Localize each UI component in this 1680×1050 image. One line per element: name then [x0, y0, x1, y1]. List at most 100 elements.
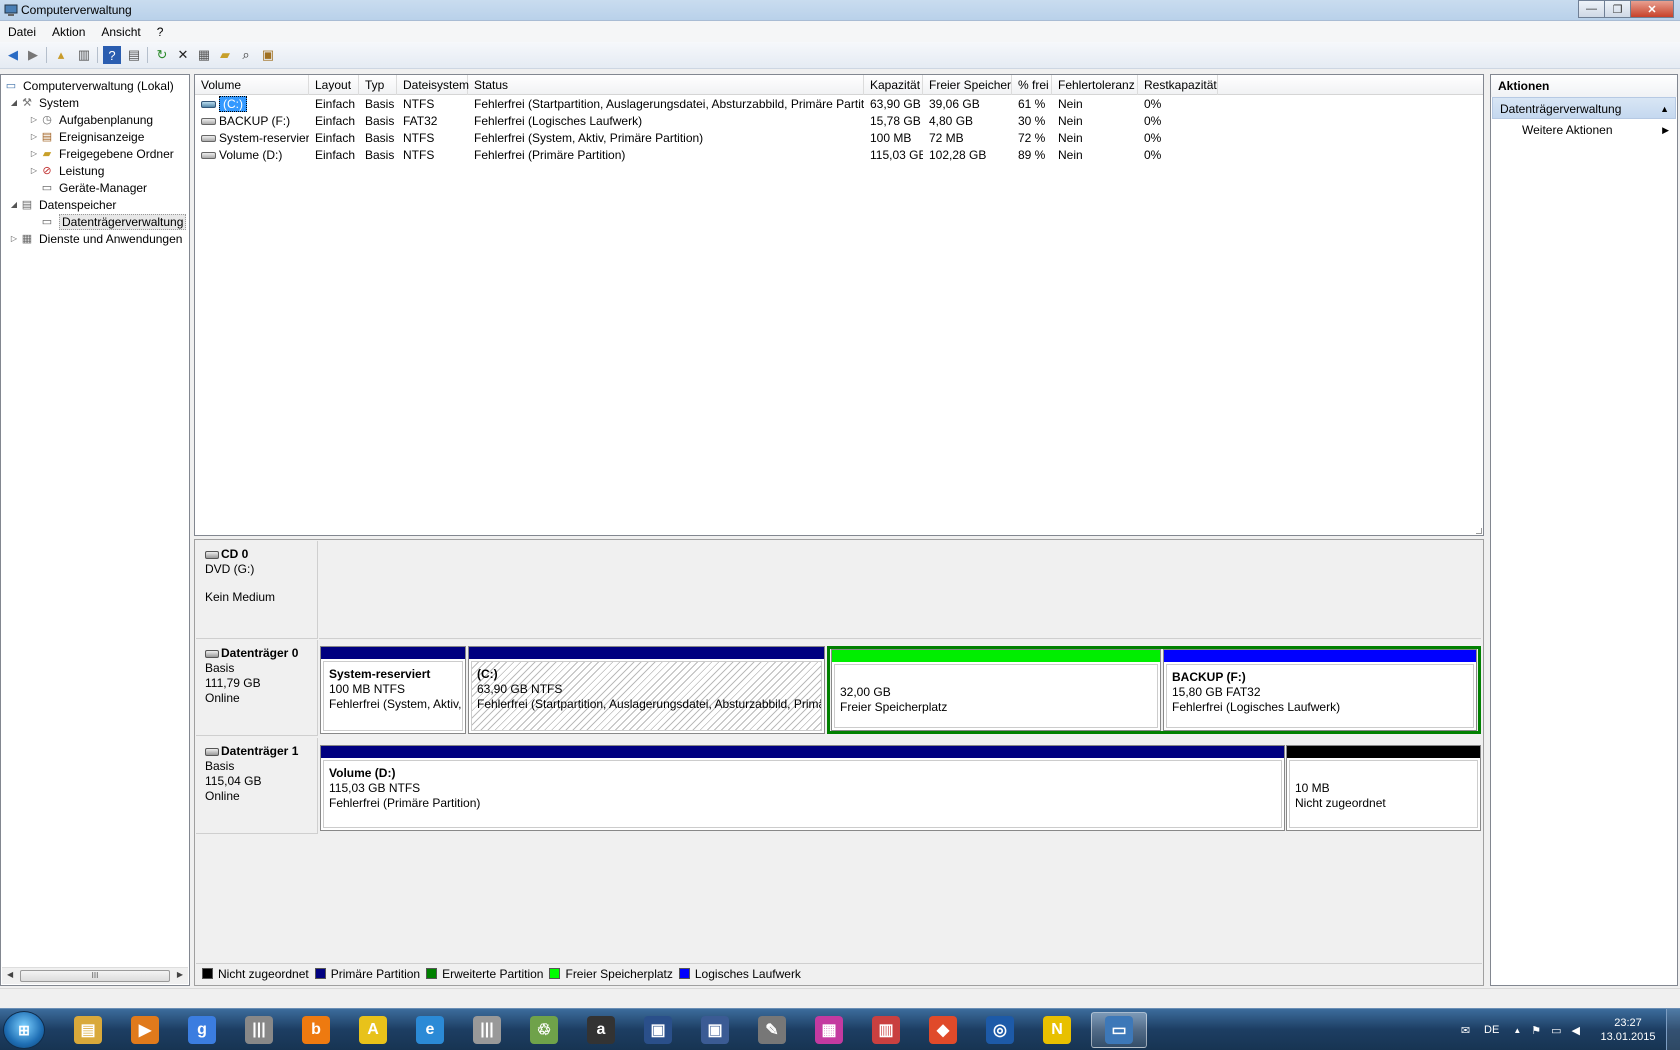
taskbar-app-button[interactable]: g: [174, 1012, 230, 1048]
scrollbar-thumb[interactable]: III: [20, 970, 170, 982]
tree-item-freigegebene-ordner[interactable]: ▷ ▰ Freigegebene Ordner: [29, 145, 174, 162]
open-folder-icon[interactable]: ▰: [216, 46, 234, 64]
delete-icon[interactable]: ✕: [174, 46, 192, 64]
column-header-typ[interactable]: Typ: [359, 75, 397, 95]
menu-aktion[interactable]: Aktion: [44, 25, 93, 39]
action-center-flag-icon[interactable]: ⚑: [1531, 1024, 1541, 1037]
scroll-left-arrow-icon[interactable]: ◀: [7, 970, 13, 979]
actions-section-datentraegerverwaltung[interactable]: Datenträgerverwaltung ▲: [1492, 97, 1676, 119]
tree-item-geraete-manager[interactable]: ▭ Geräte-Manager: [39, 179, 147, 196]
help-icon[interactable]: ?: [103, 46, 121, 64]
tree-item-datenspeicher[interactable]: ◢ ▤ Datenspeicher: [9, 196, 116, 213]
close-button[interactable]: ✕: [1630, 0, 1674, 18]
expand-arrow-icon[interactable]: ▷: [29, 132, 39, 141]
disk-label-disk0[interactable]: Datenträger 0 Basis 111,79 GB Online: [196, 640, 318, 736]
taskbar-app-button[interactable]: ▣: [630, 1012, 686, 1048]
partition-unallocated[interactable]: 10 MB Nicht zugeordnet: [1286, 745, 1481, 831]
column-header-fehlertoleranz[interactable]: Fehlertoleranz: [1052, 75, 1138, 95]
partition-c[interactable]: (C:) 63,90 GB NTFS Fehlerfrei (Startpart…: [468, 646, 825, 734]
mail-icon[interactable]: ✉: [1461, 1024, 1470, 1037]
taskbar-app-button[interactable]: ▤: [60, 1012, 116, 1048]
taskbar-app-button[interactable]: e: [402, 1012, 458, 1048]
column-header-status[interactable]: Status: [468, 75, 864, 95]
language-indicator[interactable]: DE: [1484, 1024, 1499, 1036]
disk-label-cd0[interactable]: CD 0 DVD (G:) Kein Medium: [196, 541, 318, 639]
tree-item-root[interactable]: ▭ Computerverwaltung (Lokal): [3, 77, 174, 94]
taskbar-app-button[interactable]: N: [1029, 1012, 1085, 1048]
partition-backup-f[interactable]: BACKUP (F:) 15,80 GB FAT32 Fehlerfrei (L…: [1163, 649, 1477, 731]
column-header-layout[interactable]: Layout: [309, 75, 359, 95]
expand-arrow-icon[interactable]: ▷: [29, 115, 39, 124]
expand-arrow-icon[interactable]: ▷: [9, 234, 19, 243]
collapse-up-icon[interactable]: ▲: [1660, 98, 1669, 120]
column-header-freier-speicher[interactable]: Freier Speicher: [923, 75, 1012, 95]
tree-label: Dienste und Anwendungen: [39, 231, 183, 246]
column-header-volume[interactable]: Volume: [195, 75, 309, 95]
up-folder-icon[interactable]: ▴: [52, 46, 70, 64]
tree-item-ereignisanzeige[interactable]: ▷ ▤ Ereignisanzeige: [29, 128, 144, 145]
taskbar-app-button[interactable]: ▭: [1091, 1012, 1147, 1048]
show-desktop-button[interactable]: [1666, 1009, 1680, 1050]
menu-ansicht[interactable]: Ansicht: [93, 25, 148, 39]
taskbar-app-button[interactable]: ▥: [858, 1012, 914, 1048]
tree-item-aufgabenplanung[interactable]: ▷ ◷ Aufgabenplanung: [29, 111, 153, 128]
tree-horizontal-scrollbar[interactable]: ◀ III ▶: [2, 967, 188, 984]
network-icon[interactable]: ▭: [1551, 1024, 1561, 1037]
scroll-right-arrow-icon[interactable]: ▶: [177, 970, 183, 979]
taskbar-app-button[interactable]: A: [345, 1012, 401, 1048]
taskbar-app-button[interactable]: ◎: [972, 1012, 1028, 1048]
taskbar-app-button[interactable]: ✎: [744, 1012, 800, 1048]
show-hide-tree-icon[interactable]: ▥: [75, 46, 93, 64]
table-row[interactable]: BACKUP (F:) Einfach Basis FAT32 Fehlerfr…: [195, 113, 1483, 130]
search-icon[interactable]: ⌕: [237, 46, 255, 64]
refresh-icon[interactable]: ↻: [153, 46, 171, 64]
taskbar-app-button[interactable]: ♲: [516, 1012, 572, 1048]
table-row[interactable]: Volume (D:) Einfach Basis NTFS Fehlerfre…: [195, 147, 1483, 164]
tree-item-system[interactable]: ◢ ⚒ System: [9, 94, 79, 111]
settings-icon[interactable]: ▣: [259, 46, 277, 64]
action-weitere-aktionen[interactable]: Weitere Aktionen ▶: [1491, 119, 1677, 141]
menu-datei[interactable]: Datei: [0, 25, 44, 39]
taskbar-app-button[interactable]: ▦: [801, 1012, 857, 1048]
column-header-prozent-frei[interactable]: % frei: [1012, 75, 1052, 95]
cell-fehlertoleranz: Nein: [1058, 131, 1083, 145]
back-arrow-icon[interactable]: ◀: [4, 46, 22, 64]
partition-free-space[interactable]: 32,00 GB Freier Speicherplatz: [831, 649, 1161, 731]
tree-item-dienste[interactable]: ▷ ▦ Dienste und Anwendungen: [9, 230, 183, 247]
show-hidden-icons-icon[interactable]: ▲: [1513, 1026, 1521, 1035]
column-header-dateisystem[interactable]: Dateisystem: [397, 75, 469, 95]
collapse-arrow-icon[interactable]: ◢: [9, 98, 19, 107]
maximize-button[interactable]: ❐: [1604, 0, 1631, 18]
partition-volume-d[interactable]: Volume (D:) 115,03 GB NTFS Fehlerfrei (P…: [320, 745, 1285, 831]
column-header-kapazitaet[interactable]: Kapazität: [864, 75, 923, 95]
taskbar-app-button[interactable]: |||: [459, 1012, 515, 1048]
taskbar-app-button[interactable]: ▣: [687, 1012, 743, 1048]
resize-grip[interactable]: [1476, 528, 1482, 534]
partition-system-reserviert[interactable]: System-reserviert 100 MB NTFS Fehlerfrei…: [320, 646, 466, 734]
cd0-partition-area[interactable]: [319, 541, 1481, 639]
minimize-button[interactable]: —: [1578, 0, 1605, 18]
clock[interactable]: 23:27 13.01.2015: [1590, 1016, 1666, 1044]
properties-icon[interactable]: ▦: [195, 46, 213, 64]
expand-arrow-icon[interactable]: ▷: [29, 166, 39, 175]
tree-item-datentraegerverwaltung[interactable]: ▭ Datenträgerverwaltung: [39, 213, 187, 230]
start-button[interactable]: ⊞: [3, 1011, 45, 1049]
taskbar-app-button[interactable]: |||: [231, 1012, 287, 1048]
taskbar-app-button[interactable]: ▶: [117, 1012, 173, 1048]
menu-help[interactable]: ?: [149, 25, 172, 39]
forward-arrow-icon[interactable]: ▶: [24, 46, 42, 64]
partition-size: 115,03 GB NTFS: [329, 781, 421, 795]
taskbar-app-button[interactable]: b: [288, 1012, 344, 1048]
disk-label-disk1[interactable]: Datenträger 1 Basis 115,04 GB Online: [196, 738, 318, 834]
table-row[interactable]: System-reserviert Einfach Basis NTFS Feh…: [195, 130, 1483, 147]
tree-item-leistung[interactable]: ▷ ⊘ Leistung: [29, 162, 104, 179]
expand-arrow-icon[interactable]: ▷: [29, 149, 39, 158]
cell-status: Fehlerfrei (Logisches Laufwerk): [474, 114, 643, 128]
show-hide-action-pane-icon[interactable]: ▤: [125, 46, 143, 64]
volume-icon[interactable]: ◀: [1572, 1024, 1580, 1037]
table-row[interactable]: (C:) Einfach Basis NTFS Fehlerfrei (Star…: [195, 96, 1483, 113]
collapse-arrow-icon[interactable]: ◢: [9, 200, 19, 209]
column-header-restkapazitaet[interactable]: Restkapazität: [1138, 75, 1218, 95]
taskbar-app-button[interactable]: a: [573, 1012, 629, 1048]
taskbar-app-button[interactable]: ◆: [915, 1012, 971, 1048]
